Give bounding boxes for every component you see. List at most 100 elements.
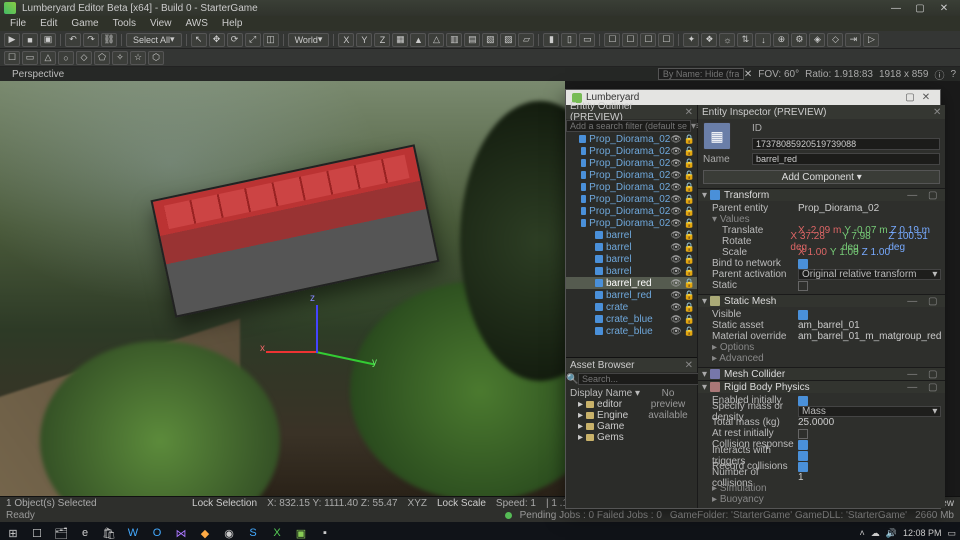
visibility-icon[interactable]: 👁	[670, 326, 681, 337]
misc-7[interactable]: ⚙	[791, 33, 807, 47]
parent-entity-value[interactable]: Prop_Diorama_02	[798, 203, 941, 214]
obj-1[interactable]: ☐	[4, 51, 20, 65]
layer-1[interactable]: ☐	[604, 33, 620, 47]
visibility-icon[interactable]: 👁	[670, 242, 681, 253]
outlook-icon[interactable]: O	[148, 525, 166, 540]
outliner-row[interactable]: Prop_Diorama_02👁🔒	[566, 205, 697, 217]
misc-2[interactable]: ❖	[701, 33, 717, 47]
obj-4[interactable]: ○	[58, 51, 74, 65]
tray-time[interactable]: 12:08 PM	[903, 528, 942, 538]
scale-tool[interactable]: ⤢	[245, 33, 261, 47]
axis-xy[interactable]: ▦	[392, 33, 408, 47]
lock-icon[interactable]: 🔒	[684, 266, 695, 277]
lock-icon[interactable]: 🔒	[684, 158, 695, 169]
btn-d[interactable]: ▨	[500, 33, 516, 47]
float-max-button[interactable]: ▢	[902, 92, 918, 103]
close-button[interactable]: ✕	[932, 3, 956, 14]
outliner-row[interactable]: Prop_Diorama_02👁🔒	[566, 133, 697, 145]
vs-icon[interactable]: ⋈	[172, 525, 190, 540]
viewport[interactable]: x y z	[0, 81, 565, 496]
btn-b[interactable]: ▤	[464, 33, 480, 47]
select-all-dropdown[interactable]: Select All ▾	[126, 33, 182, 47]
outliner-row[interactable]: crate_blue👁🔒	[566, 313, 697, 325]
misc-3[interactable]: ☼	[719, 33, 735, 47]
start-button[interactable]: ⊞	[4, 525, 22, 540]
ly-icon[interactable]: ▣	[292, 525, 310, 540]
menu-game[interactable]: Game	[65, 18, 104, 29]
word-icon[interactable]: W	[124, 525, 142, 540]
enabled-check[interactable]	[798, 396, 808, 406]
play-button[interactable]: ▶	[4, 33, 20, 47]
asset-folder[interactable]: ▸ Game	[570, 421, 643, 432]
menu-file[interactable]: File	[4, 18, 32, 29]
undo-button[interactable]: ↶	[65, 33, 81, 47]
scale-z[interactable]: Z 1.00	[862, 247, 890, 258]
snap-object[interactable]: △	[428, 33, 444, 47]
outliner-row[interactable]: Prop_Diorama_02👁🔒	[566, 193, 697, 205]
misc-5[interactable]: ↓	[755, 33, 771, 47]
cmd-icon[interactable]: ▪	[316, 525, 334, 540]
staticmesh-header[interactable]: ▾Static Mesh― ▢	[698, 294, 945, 307]
layer-4[interactable]: ☐	[658, 33, 674, 47]
misc-8[interactable]: ◈	[809, 33, 825, 47]
lock-icon[interactable]: 🔒	[684, 146, 695, 157]
asset-folder[interactable]: ▸ Gems	[570, 432, 643, 443]
lock-icon[interactable]: 🔒	[684, 206, 695, 217]
menu-view[interactable]: View	[144, 18, 178, 29]
float-close-button[interactable]: ✕	[918, 92, 934, 103]
obj-9[interactable]: ⬡	[148, 51, 164, 65]
help-icon[interactable]: ?	[950, 69, 956, 80]
viewport-search-close[interactable]: ✕	[744, 69, 752, 80]
assetbrowser-close[interactable]: ✕	[685, 360, 693, 371]
outliner-row[interactable]: crate_blue👁🔒	[566, 325, 697, 337]
world-dropdown[interactable]: World ▾	[288, 33, 330, 47]
visibility-icon[interactable]: 👁	[670, 182, 681, 193]
buoyancy-label[interactable]: Buoyancy	[720, 494, 764, 505]
outliner-row[interactable]: Prop_Diorama_02👁🔒	[566, 145, 697, 157]
collresp-check[interactable]	[798, 440, 808, 450]
visibility-icon[interactable]: 👁	[670, 254, 681, 265]
obj-7[interactable]: ✧	[112, 51, 128, 65]
bind-network-check[interactable]	[798, 259, 808, 269]
lock-icon[interactable]: 🔒	[684, 194, 695, 205]
ncol-value[interactable]: 1	[798, 472, 941, 483]
outliner-row[interactable]: crate👁🔒	[566, 301, 697, 313]
link-button[interactable]: ⛓	[101, 33, 117, 47]
speed-label[interactable]: Speed: 1	[496, 498, 536, 509]
misc-1[interactable]: ✦	[683, 33, 699, 47]
lock-icon[interactable]: 🔒	[684, 254, 695, 265]
outliner-row[interactable]: barrel👁🔒	[566, 241, 697, 253]
misc-9[interactable]: ◇	[827, 33, 843, 47]
visibility-icon[interactable]: 👁	[670, 230, 681, 241]
id-field[interactable]	[752, 138, 940, 150]
obj-5[interactable]: ◇	[76, 51, 92, 65]
tray-cloud-icon[interactable]: ☁	[871, 528, 880, 539]
excel-icon[interactable]: X	[268, 525, 286, 540]
lock-icon[interactable]: 🔒	[684, 314, 695, 325]
rest-check[interactable]	[798, 429, 808, 439]
lock-icon[interactable]: 🔒	[684, 218, 695, 229]
visibility-icon[interactable]: 👁	[670, 290, 681, 301]
axis-z[interactable]: Z	[374, 33, 390, 47]
record-check[interactable]	[798, 462, 808, 472]
redo-button[interactable]: ↷	[83, 33, 99, 47]
outliner-row[interactable]: Prop_Diorama_02👁🔒	[566, 217, 697, 229]
misc-10[interactable]: ⇥	[845, 33, 861, 47]
options-label[interactable]: Options	[720, 342, 754, 353]
tray-vol-icon[interactable]: 🔊	[886, 528, 897, 539]
maximize-button[interactable]: ▢	[908, 3, 932, 14]
tray-notif-icon[interactable]: ▭	[947, 528, 956, 539]
scale-x[interactable]: X 1.00	[798, 247, 827, 258]
lock-icon[interactable]: 🔒	[684, 242, 695, 253]
step-button[interactable]: ▣	[40, 33, 56, 47]
visibility-icon[interactable]: 👁	[670, 278, 681, 289]
simulation-label[interactable]: Simulation	[720, 483, 767, 494]
skype-icon[interactable]: S	[244, 525, 262, 540]
xyz-label[interactable]: XYZ	[408, 498, 427, 509]
scale-y[interactable]: Y 1.00	[830, 247, 859, 258]
visibility-icon[interactable]: 👁	[670, 302, 681, 313]
axis-y[interactable]: Y	[356, 33, 372, 47]
stop-button[interactable]: ■	[22, 33, 38, 47]
triggers-check[interactable]	[798, 451, 808, 461]
layout-2[interactable]: ▯	[561, 33, 577, 47]
